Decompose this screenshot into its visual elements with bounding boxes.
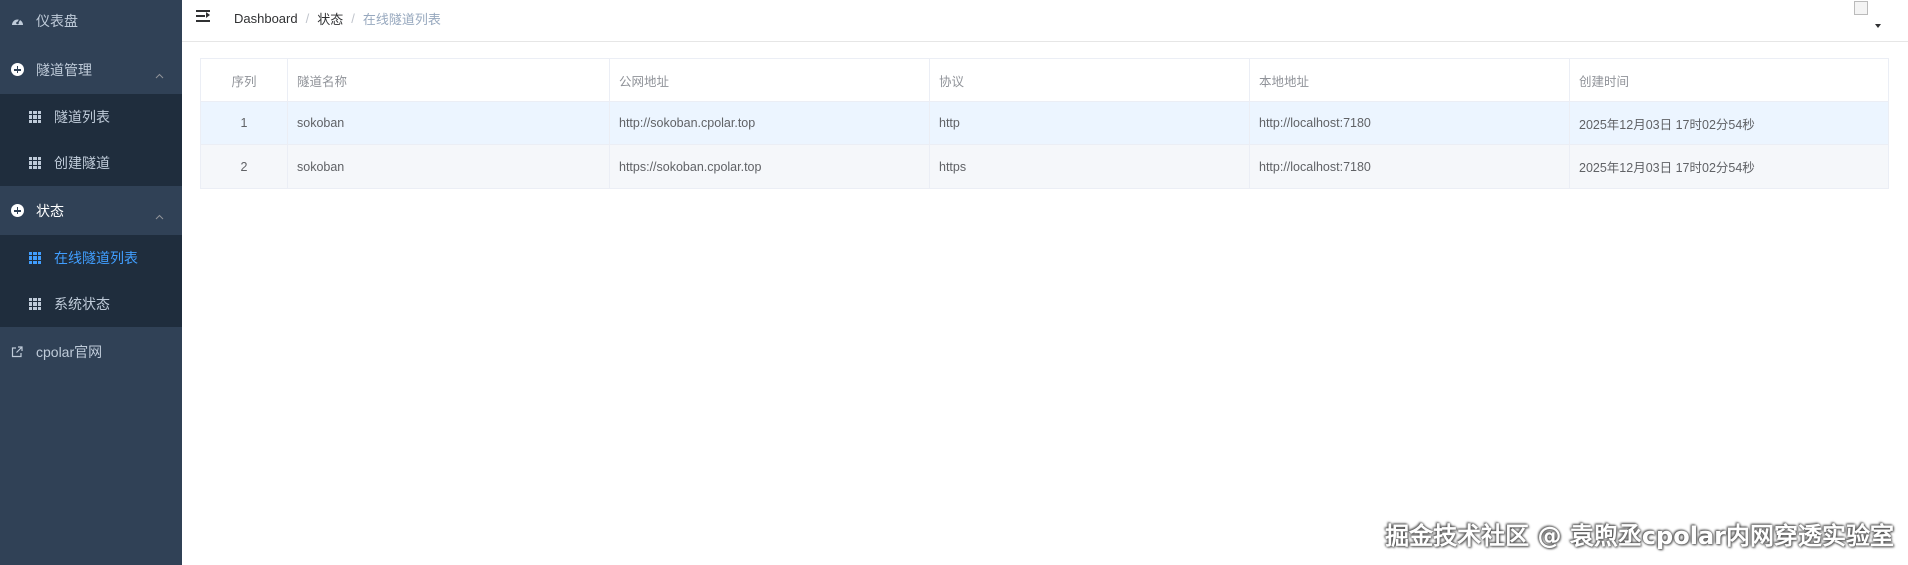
sidebar-item-label: 隧道列表 [54, 109, 110, 125]
breadcrumb: Dashboard / 状态 / 在线隧道列表 [234, 9, 441, 28]
dashboard-icon [10, 14, 24, 28]
grid-icon [28, 110, 42, 124]
sidebar-item-label: 在线隧道列表 [54, 250, 138, 266]
breadcrumb-status[interactable]: 状态 [317, 9, 343, 28]
breadcrumb-separator: / [305, 11, 310, 26]
sidebar-item-system-status[interactable]: 系统状态 [0, 281, 182, 327]
watermark: 掘金技术社区 @ 袁煦丞cpolar内网穿透实验室 [1385, 522, 1894, 550]
navbar: Dashboard / 状态 / 在线隧道列表 [182, 0, 1908, 42]
table-header-row: 序列 隧道名称 公网地址 协议 本地地址 创建时间 [201, 59, 1888, 102]
sidebar-item-tunnel-management[interactable]: 隧道管理 [0, 45, 182, 94]
sidebar-item-label: 仪表盘 [36, 12, 78, 29]
column-header-index: 序列 [201, 59, 288, 101]
cell-created-time: 2025年12月03日 17时02分54秒 [1579, 161, 1755, 175]
cell-local-address: http://localhost:7180 [1250, 102, 1570, 144]
external-link-icon [10, 345, 24, 359]
cell-index: 2 [201, 145, 288, 188]
column-header-protocol: 协议 [930, 59, 1250, 101]
sidebar-item-status[interactable]: 状态 [0, 186, 182, 235]
table-row[interactable]: 2 sokoban https://sokoban.cpolar.top htt… [201, 145, 1888, 188]
avatar[interactable] [1854, 1, 1868, 15]
cell-tunnel-name: sokoban [288, 102, 610, 144]
sidebar-item-online-tunnels[interactable]: 在线隧道列表 [0, 235, 182, 281]
sidebar-item-label: cpolar官网 [36, 343, 103, 360]
online-tunnels-table: 序列 隧道名称 公网地址 协议 本地地址 创建时间 1 sokoban http… [200, 58, 1889, 189]
chevron-up-icon [155, 66, 164, 82]
column-header-tunnel-name: 隧道名称 [288, 59, 610, 101]
sidebar-item-label: 隧道管理 [36, 61, 92, 78]
column-header-public-url: 公网地址 [610, 59, 930, 101]
cell-public-url: http://sokoban.cpolar.top [610, 102, 930, 144]
cell-public-url: https://sokoban.cpolar.top [610, 145, 930, 188]
plus-circle-icon [10, 63, 24, 77]
sidebar-item-label: 创建隧道 [54, 155, 110, 171]
sidebar-item-tunnel-list[interactable]: 隧道列表 [0, 94, 182, 140]
cell-protocol: https [930, 145, 1250, 188]
column-header-local-address: 本地地址 [1250, 59, 1570, 101]
column-header-created-time: 创建时间 [1579, 74, 1630, 89]
caret-down-icon[interactable] [1875, 24, 1881, 28]
sidebar-item-dashboard[interactable]: 仪表盘 [0, 0, 182, 45]
plus-circle-icon [10, 204, 24, 218]
breadcrumb-current: 在线隧道列表 [362, 12, 441, 27]
table-row[interactable]: 1 sokoban http://sokoban.cpolar.top http… [201, 102, 1888, 145]
sidebar: 仪表盘 隧道管理 隧道列表 创建隧道 状态 在线隧道列表 系统状态 cpolar… [0, 0, 182, 565]
cell-index: 1 [201, 102, 288, 144]
grid-icon [28, 251, 42, 265]
breadcrumb-separator: / [351, 11, 355, 26]
hamburger-icon[interactable] [196, 9, 212, 23]
sidebar-item-create-tunnel[interactable]: 创建隧道 [0, 140, 182, 186]
sidebar-item-label: 状态 [36, 202, 64, 219]
cell-created-time: 2025年12月03日 17时02分54秒 [1579, 117, 1755, 132]
cell-tunnel-name: sokoban [288, 145, 610, 188]
breadcrumb-dashboard[interactable]: Dashboard [234, 11, 298, 26]
grid-icon [28, 156, 42, 170]
sidebar-item-label: 系统状态 [54, 296, 110, 312]
cell-protocol: http [930, 102, 1250, 144]
grid-icon [28, 297, 42, 311]
cell-local-address: http://localhost:7180 [1250, 145, 1570, 188]
chevron-up-icon [155, 207, 164, 223]
sidebar-item-cpolar-website[interactable]: cpolar官网 [0, 327, 182, 376]
